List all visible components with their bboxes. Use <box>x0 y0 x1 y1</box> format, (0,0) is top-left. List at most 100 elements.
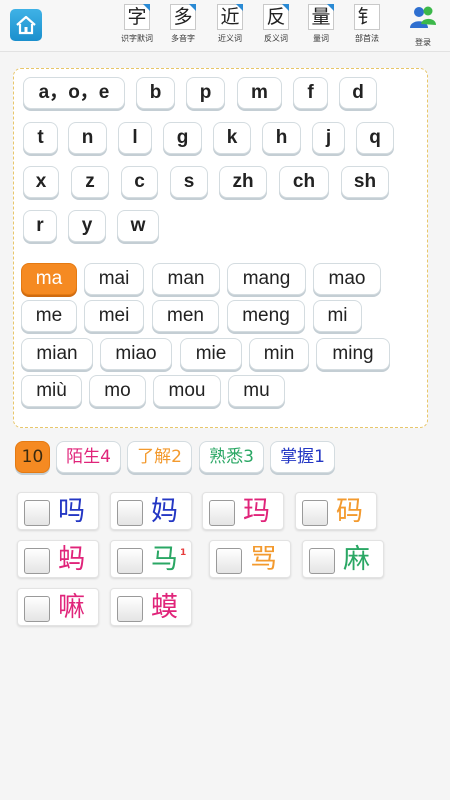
tool-label: 多音字 <box>171 34 195 43</box>
filter-mastered[interactable]: 掌握1 <box>270 441 335 473</box>
tool-duoyinzi[interactable]: 多 多音字 <box>159 4 207 50</box>
syllable-key[interactable]: mu <box>228 375 285 407</box>
checkbox[interactable] <box>302 500 328 526</box>
filter-familiar[interactable]: 熟悉3 <box>199 441 264 473</box>
checkbox[interactable] <box>117 596 143 622</box>
checkbox[interactable] <box>24 548 50 574</box>
login-label: 登录 <box>415 38 431 47</box>
checkbox[interactable] <box>24 500 50 526</box>
syllable-key[interactable]: mou <box>153 375 221 407</box>
checkbox[interactable] <box>117 548 143 574</box>
initial-key[interactable]: w <box>117 210 159 242</box>
syllable-key[interactable]: men <box>152 300 219 332</box>
initial-key[interactable]: q <box>356 122 394 154</box>
char-superscript: 1 <box>180 548 187 558</box>
char-card[interactable]: 吗 <box>17 492 99 530</box>
corner-flag-icon <box>327 4 334 11</box>
char-card[interactable]: 嘛 <box>17 588 99 626</box>
initial-key[interactable]: k <box>213 122 251 154</box>
tool-label: 反义词 <box>264 34 288 43</box>
syllable-key[interactable]: man <box>152 263 220 295</box>
char-card[interactable]: 麻 <box>302 540 384 578</box>
filter-unfamiliar[interactable]: 陌生4 <box>56 441 121 473</box>
initial-key[interactable]: sh <box>341 166 389 198</box>
char-card[interactable]: 蟆 <box>110 588 192 626</box>
initial-key[interactable]: zh <box>219 166 267 198</box>
char-text: 嘛 <box>58 592 85 623</box>
syllable-key[interactable]: min <box>249 338 309 370</box>
char-card[interactable]: 骂 <box>209 540 291 578</box>
syllable-key[interactable]: mei <box>84 300 144 332</box>
tool-label: 近义词 <box>218 34 242 43</box>
users-icon <box>410 6 436 28</box>
top-toolbar: 字 识字默词 多 多音字 近 近义词 反 反义词 量 量词 钅 部首法 登录 <box>0 0 450 52</box>
initial-key[interactable]: j <box>312 122 345 154</box>
initial-key[interactable]: x <box>23 166 59 198</box>
syllable-key[interactable]: ming <box>316 338 390 370</box>
home-icon <box>16 15 36 35</box>
tool-glyph: 钅 <box>357 6 377 28</box>
tool-jinyici[interactable]: 近 近义词 <box>206 4 254 50</box>
tool-label: 识字默词 <box>121 34 153 43</box>
char-text: 马 <box>151 544 178 575</box>
char-card[interactable]: 马 1 <box>110 540 192 578</box>
char-card[interactable]: 玛 <box>202 492 284 530</box>
char-text: 码 <box>336 496 363 527</box>
count-badge[interactable]: 10 <box>15 441 50 473</box>
tool-shizi-moci[interactable]: 字 识字默词 <box>113 4 161 50</box>
initial-key[interactable]: g <box>163 122 202 154</box>
char-text: 麻 <box>343 544 370 575</box>
tool-bushoufa[interactable]: 钅 部首法 <box>343 4 391 50</box>
char-text: 蚂 <box>58 544 85 575</box>
initial-key[interactable]: z <box>71 166 109 198</box>
checkbox[interactable] <box>216 548 242 574</box>
syllable-key[interactable]: miù <box>21 375 82 407</box>
syllable-key[interactable]: miao <box>100 338 172 370</box>
tool-fanyici[interactable]: 反 反义词 <box>252 4 300 50</box>
char-card[interactable]: 蚂 <box>17 540 99 578</box>
syllable-key[interactable]: mo <box>89 375 146 407</box>
initial-key[interactable]: y <box>68 210 106 242</box>
login-button[interactable]: 登录 <box>400 4 446 50</box>
char-card[interactable]: 码 <box>295 492 377 530</box>
syllable-key[interactable]: mi <box>313 300 362 332</box>
syllable-key[interactable]: mai <box>84 263 144 295</box>
checkbox[interactable] <box>309 548 335 574</box>
corner-flag-icon <box>143 4 150 11</box>
char-card[interactable]: 妈 <box>110 492 192 530</box>
syllable-key[interactable]: me <box>21 300 77 332</box>
char-text: 蟆 <box>151 592 178 623</box>
initial-key[interactable]: l <box>118 122 152 154</box>
tool-label: 部首法 <box>355 34 379 43</box>
checkbox[interactable] <box>24 596 50 622</box>
initial-key[interactable]: p <box>186 77 225 109</box>
syllable-key[interactable]: meng <box>227 300 305 332</box>
initial-key[interactable]: a，o，e <box>23 77 125 109</box>
initial-key[interactable]: t <box>23 122 58 154</box>
initial-key[interactable]: s <box>170 166 208 198</box>
syllable-key[interactable]: mao <box>313 263 381 295</box>
char-text: 吗 <box>58 496 85 527</box>
initial-key[interactable]: r <box>23 210 57 242</box>
tool-liangci[interactable]: 量 量词 <box>297 4 345 50</box>
char-text: 玛 <box>243 496 270 527</box>
initial-key[interactable]: n <box>68 122 107 154</box>
home-button[interactable] <box>10 9 42 41</box>
filter-understand[interactable]: 了解2 <box>127 441 192 473</box>
checkbox[interactable] <box>209 500 235 526</box>
initial-key[interactable]: m <box>237 77 282 109</box>
syllable-key[interactable]: mang <box>227 263 306 295</box>
char-text: 骂 <box>250 544 277 575</box>
initial-key[interactable]: h <box>262 122 301 154</box>
initial-key[interactable]: d <box>339 77 377 109</box>
syllable-key-selected[interactable]: ma <box>21 263 77 295</box>
syllable-key[interactable]: mian <box>21 338 93 370</box>
initial-key[interactable]: f <box>293 77 328 109</box>
checkbox[interactable] <box>117 500 143 526</box>
char-text: 妈 <box>151 496 178 527</box>
corner-flag-icon <box>189 4 196 11</box>
initial-key[interactable]: c <box>121 166 158 198</box>
syllable-key[interactable]: mie <box>180 338 242 370</box>
initial-key[interactable]: b <box>136 77 175 109</box>
initial-key[interactable]: ch <box>279 166 329 198</box>
